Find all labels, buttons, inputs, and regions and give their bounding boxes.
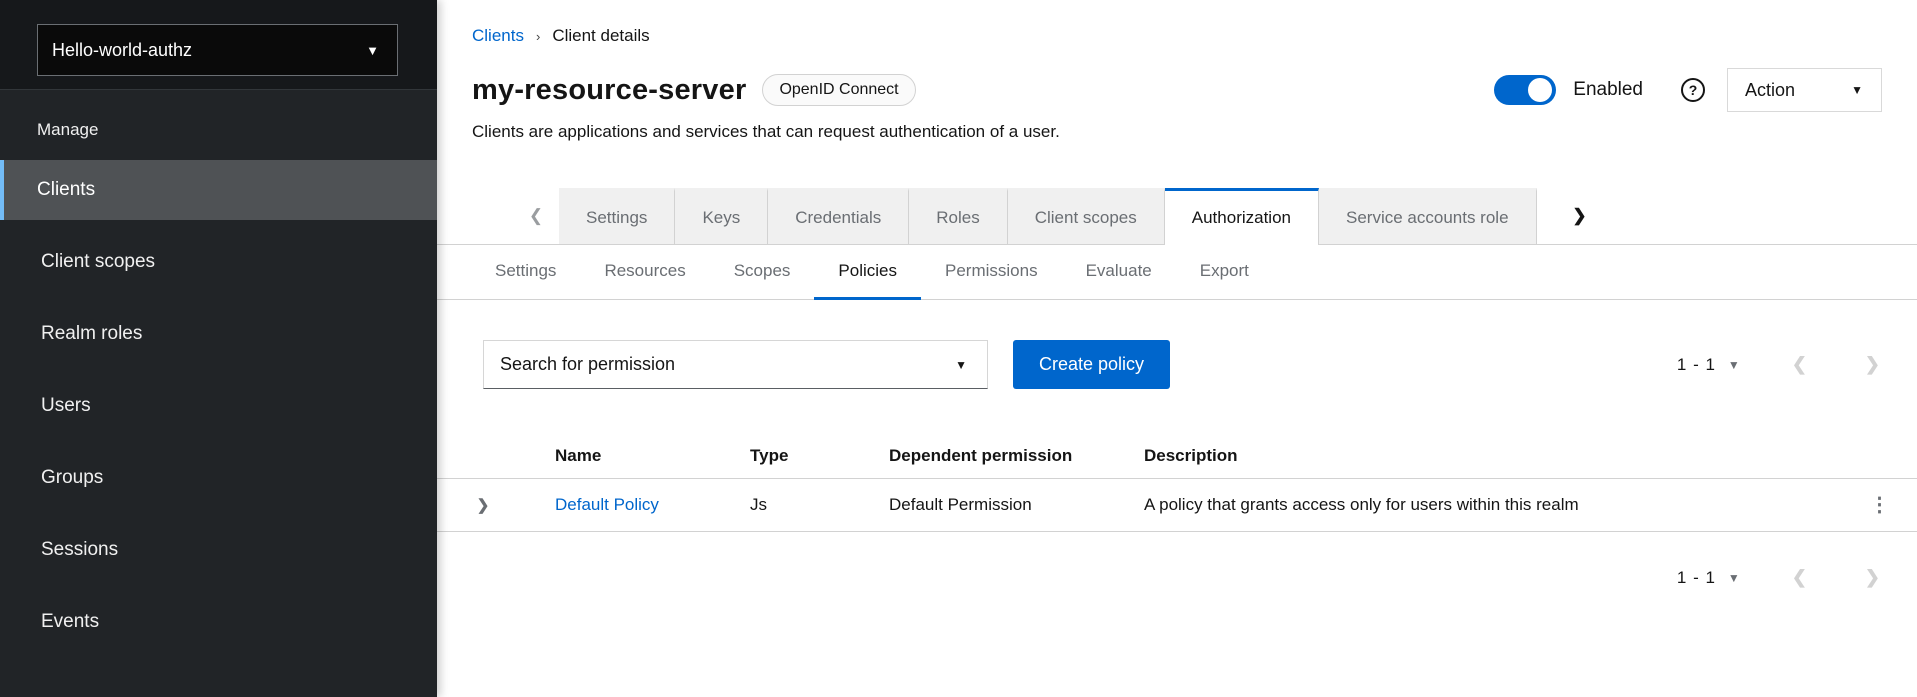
- table-row: ❯ Default Policy Js Default Permission A…: [437, 479, 1917, 532]
- pagination-next-button[interactable]: ❯: [1865, 354, 1880, 375]
- search-permission-select[interactable]: Search for permission ▼: [483, 340, 988, 389]
- header-description: Description: [1144, 445, 1238, 465]
- policy-dependent-cell: Default Permission: [889, 495, 1032, 514]
- tab-credentials[interactable]: Credentials: [768, 188, 910, 244]
- sidebar-item-groups[interactable]: Groups: [0, 448, 437, 508]
- breadcrumb-clients-link[interactable]: Clients: [472, 26, 524, 46]
- subtab-resources[interactable]: Resources: [580, 245, 709, 300]
- chevron-right-icon: ❯: [1572, 206, 1587, 225]
- action-dropdown-button[interactable]: Action ▼: [1727, 68, 1882, 112]
- pagination-caret-icon[interactable]: ▼: [1728, 571, 1740, 585]
- client-tabs: ❮ Settings Keys Credentials Roles Client…: [437, 188, 1917, 245]
- row-expand-chevron-icon[interactable]: ❯: [465, 496, 501, 514]
- search-select-value: Search for permission: [500, 354, 676, 374]
- tab-client-scopes[interactable]: Client scopes: [1007, 188, 1165, 244]
- title-row: my-resource-server OpenID Connect Enable…: [472, 68, 1882, 112]
- pagination-next-button[interactable]: ❯: [1865, 567, 1880, 588]
- header-controls: Enabled ? Action ▼: [1494, 68, 1882, 112]
- subtab-export[interactable]: Export: [1176, 245, 1273, 300]
- tab-keys[interactable]: Keys: [675, 188, 769, 244]
- page-header: Clients › Client details my-resource-ser…: [437, 0, 1917, 142]
- sidebar-item-client-scopes[interactable]: Client scopes: [0, 232, 437, 292]
- policy-name-link[interactable]: Default Policy: [555, 495, 659, 514]
- policies-table: Name Type Dependent permission Descripti…: [437, 433, 1917, 532]
- sidebar-item-clients[interactable]: Clients: [0, 160, 437, 220]
- chevron-left-icon: ❮: [528, 206, 544, 225]
- nav-section-label: Manage: [37, 120, 99, 139]
- enabled-label: Enabled: [1573, 79, 1643, 100]
- page-subtitle: Clients are applications and services th…: [472, 122, 1060, 141]
- sidebar-realm-section: Hello-world-authz ▼: [0, 0, 437, 90]
- chevron-right-icon: ›: [535, 28, 541, 44]
- breadcrumb: Clients › Client details: [472, 26, 1882, 46]
- caret-down-icon: ▼: [955, 357, 967, 372]
- header-dependent-permission: Dependent permission: [889, 445, 1073, 465]
- pagination-prev-button[interactable]: ❮: [1792, 354, 1807, 375]
- pagination-bottom-wrap: 1 - 1 ▼ ❮ ❯: [437, 532, 1917, 588]
- sidebar-item-sessions[interactable]: Sessions: [0, 520, 437, 580]
- policy-description-cell: A policy that grants access only for use…: [1144, 495, 1579, 514]
- caret-down-icon: ▼: [1851, 83, 1863, 97]
- subtab-evaluate[interactable]: Evaluate: [1062, 245, 1176, 300]
- page-title: my-resource-server: [472, 73, 747, 106]
- protocol-badge: OpenID Connect: [762, 74, 916, 106]
- action-label: Action: [1745, 79, 1796, 100]
- help-icon[interactable]: ?: [1681, 78, 1705, 102]
- create-policy-button[interactable]: Create policy: [1013, 340, 1171, 389]
- caret-down-icon: ▼: [366, 42, 379, 58]
- policies-toolbar: Search for permission ▼ Create policy 1 …: [437, 300, 1917, 389]
- breadcrumb-current: Client details: [552, 26, 650, 45]
- pagination-top: 1 - 1 ▼ ❮ ❯: [1677, 354, 1880, 375]
- tabs-scroll-left-button[interactable]: ❮: [513, 188, 559, 244]
- pagination-bottom: 1 - 1 ▼ ❮ ❯: [1677, 567, 1880, 588]
- pagination-range: 1 - 1: [1676, 354, 1716, 374]
- subtab-scopes[interactable]: Scopes: [710, 245, 815, 300]
- tab-settings[interactable]: Settings: [559, 188, 676, 244]
- main-content: Clients › Client details my-resource-ser…: [437, 0, 1917, 697]
- realm-name: Hello-world-authz: [52, 39, 193, 60]
- app-window: Hello-world-authz ▼ Manage Clients Clien…: [0, 0, 1917, 697]
- pagination-range: 1 - 1: [1676, 567, 1716, 587]
- pagination-prev-button[interactable]: ❮: [1792, 567, 1807, 588]
- authorization-subtabs: Settings Resources Scopes Policies Permi…: [437, 245, 1917, 300]
- sidebar: Hello-world-authz ▼ Manage Clients Clien…: [0, 0, 437, 697]
- row-kebab-menu-icon[interactable]: ⋮: [1870, 495, 1890, 515]
- tabs-scroll-right-button[interactable]: ❯: [1557, 188, 1603, 244]
- policy-type-cell: Js: [750, 495, 767, 514]
- subtab-policies[interactable]: Policies: [814, 245, 921, 300]
- header-type: Type: [750, 445, 789, 465]
- header-name: Name: [555, 445, 602, 465]
- sidebar-item-realm-roles[interactable]: Realm roles: [0, 304, 437, 364]
- subtab-settings[interactable]: Settings: [471, 245, 580, 300]
- enabled-toggle[interactable]: [1494, 75, 1557, 105]
- tab-roles[interactable]: Roles: [909, 188, 1008, 244]
- tab-service-accounts-roles[interactable]: Service accounts role: [1319, 188, 1537, 244]
- realm-selector-dropdown[interactable]: Hello-world-authz ▼: [37, 24, 398, 76]
- sidebar-item-users[interactable]: Users: [0, 376, 437, 436]
- table-header-row: Name Type Dependent permission Descripti…: [437, 433, 1917, 479]
- pagination-caret-icon[interactable]: ▼: [1728, 358, 1740, 372]
- tab-authorization[interactable]: Authorization: [1164, 188, 1319, 245]
- subtab-permissions[interactable]: Permissions: [921, 245, 1062, 300]
- toggle-knob: [1528, 78, 1553, 102]
- sidebar-item-events[interactable]: Events: [0, 592, 437, 652]
